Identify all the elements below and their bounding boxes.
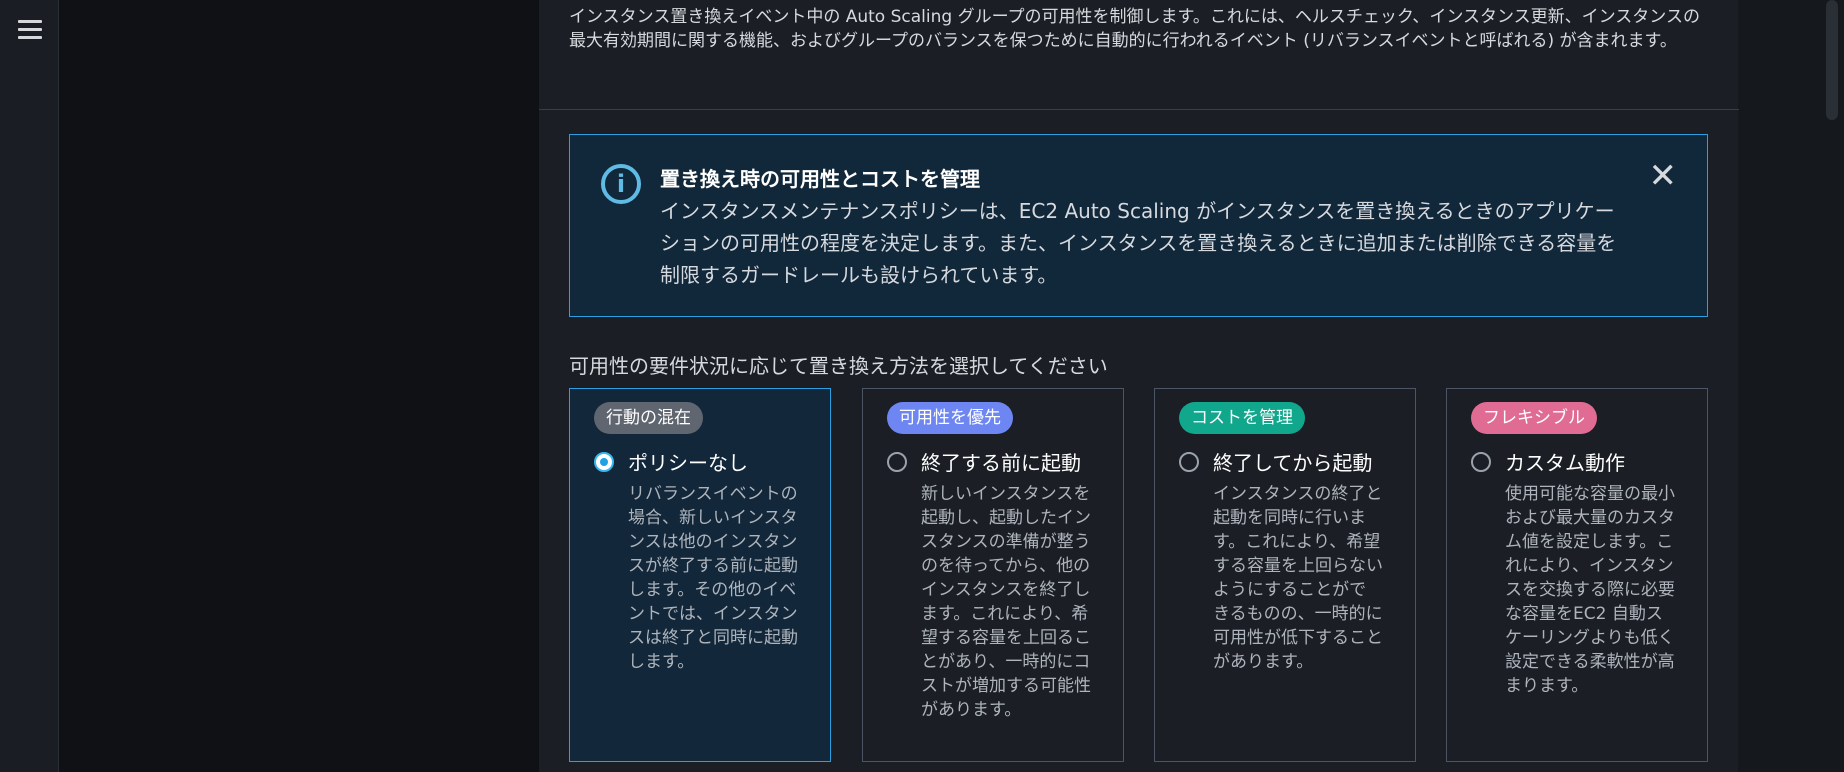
section-description: インスタンス置き換えイベント中の Auto Scaling グループの可用性を制… bbox=[569, 7, 1700, 51]
option-description: 使用可能な容量の最小および最大量のカスタム値を設定します。これにより、インスタン… bbox=[1505, 484, 1675, 696]
choice-label: 可用性の要件状況に応じて置き換え方法を選択してください bbox=[569, 354, 1108, 378]
left-rail bbox=[0, 0, 59, 772]
radio-button[interactable] bbox=[594, 452, 614, 472]
close-icon[interactable]: ✕ bbox=[1649, 159, 1678, 193]
option-title: ポリシーなし bbox=[628, 451, 748, 475]
radio-button[interactable] bbox=[1471, 452, 1491, 472]
radio-button[interactable] bbox=[887, 452, 907, 472]
hamburger-menu-icon[interactable] bbox=[18, 20, 42, 40]
option-title: 終了してから起動 bbox=[1213, 451, 1373, 475]
option-card-launch-before-terminate[interactable]: 可用性を優先 終了する前に起動 新しいインスタンスを起動し、起動したインスタンス… bbox=[862, 388, 1124, 762]
option-description: インスタンスの終了と起動を同時に行います。これにより、希望する容量を上回らないよ… bbox=[1213, 484, 1383, 672]
scrollbar-thumb[interactable] bbox=[1826, 0, 1838, 120]
section-divider bbox=[539, 109, 1739, 110]
option-badge: 可用性を優先 bbox=[887, 402, 1013, 434]
option-title: カスタム動作 bbox=[1505, 451, 1625, 475]
option-description: リバランスイベントの場合、新しいインスタンスは他のインスタンスが終了する前に起動… bbox=[628, 484, 798, 672]
option-card-terminate-and-launch[interactable]: コストを管理 終了してから起動 インスタンスの終了と起動を同時に行います。これに… bbox=[1154, 388, 1416, 762]
info-alert: i 置き換え時の可用性とコストを管理 インスタンスメンテナンスポリシーは、EC2… bbox=[569, 134, 1708, 317]
option-badge: 行動の混在 bbox=[594, 402, 703, 434]
option-title: 終了する前に起動 bbox=[921, 451, 1081, 475]
radio-button[interactable] bbox=[1179, 452, 1199, 472]
option-card-no-policy[interactable]: 行動の混在 ポリシーなし リバランスイベントの場合、新しいインスタンスは他のイン… bbox=[569, 388, 831, 762]
info-body: インスタンスメンテナンスポリシーは、EC2 Auto Scaling がインスタ… bbox=[660, 199, 1617, 287]
option-description: 新しいインスタンスを起動し、起動したインスタンスの準備が整うのを待ってから、他の… bbox=[921, 484, 1091, 720]
option-card-custom-behavior[interactable]: フレキシブル カスタム動作 使用可能な容量の最小および最大量のカスタム値を設定し… bbox=[1446, 388, 1708, 762]
right-gutter bbox=[1738, 0, 1844, 772]
option-badge: フレキシブル bbox=[1471, 402, 1597, 434]
info-title: 置き換え時の可用性とコストを管理 bbox=[660, 167, 980, 191]
option-badge: コストを管理 bbox=[1179, 402, 1305, 434]
info-icon: i bbox=[601, 164, 641, 204]
